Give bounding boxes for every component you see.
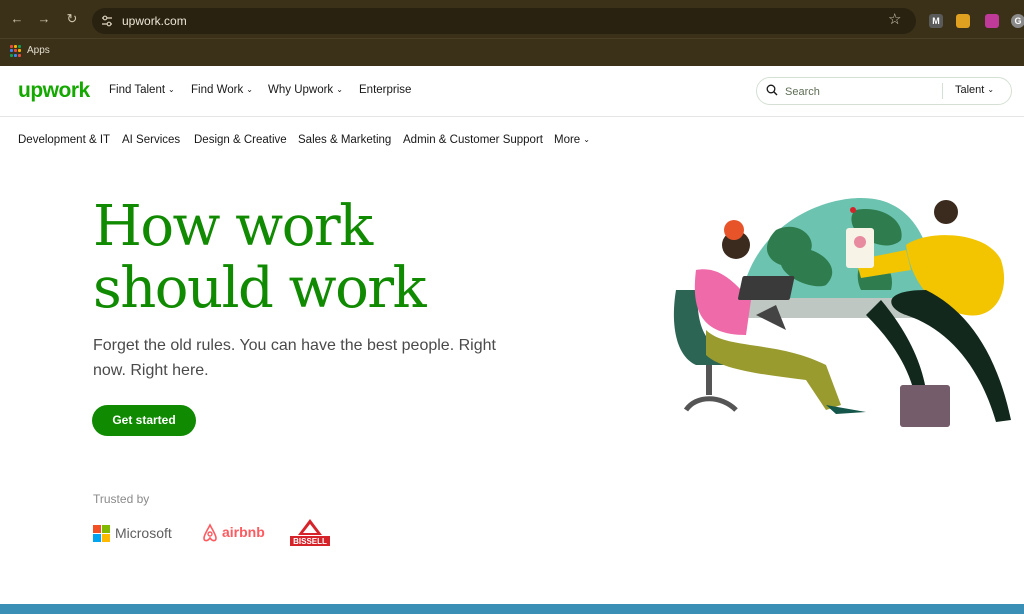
reload-icon[interactable]: ↻ [65,12,79,26]
bookmarks-bar [0,38,1024,66]
site-settings-icon[interactable] [100,14,114,28]
svg-text:BISSELL: BISSELL [293,537,327,546]
upwork-logo[interactable]: upwork [18,79,90,103]
bissell-logo: BISSELL [290,519,330,546]
laptop [737,276,795,300]
chevron-down-icon: ⌄ [987,85,995,94]
hero-illustration [673,198,1011,427]
nav-find-work[interactable]: Find Work ⌄ [191,84,253,96]
trusted-by-label: Trusted by [93,492,150,506]
chevron-down-icon: ⌄ [336,85,343,94]
nav-find-talent[interactable]: Find Talent ⌄ [109,84,175,96]
next-section-band [0,604,1024,614]
search-scope-select[interactable]: Talent ⌄ [955,84,994,96]
hero-subtitle: Forget the old rules. You can have the b… [93,337,496,379]
category-sales-marketing[interactable]: Sales & Marketing [298,134,391,146]
search-divider [942,83,943,99]
chevron-down-icon: ⌄ [246,85,253,94]
address-url[interactable]: upwork.com [122,14,187,28]
back-arrow-icon[interactable]: ← [10,12,24,26]
search-icon [766,84,778,96]
address-bar[interactable] [92,8,916,34]
extension-analytics-icon[interactable] [985,14,999,28]
chevron-down-icon: ⌄ [168,85,175,94]
extension-m-icon[interactable]: M [929,14,943,28]
bookmark-apps[interactable]: Apps [27,45,50,56]
nav-enterprise[interactable]: Enterprise [359,84,411,96]
microsoft-logo-text: Microsoft [115,525,172,541]
extension-honey-icon[interactable] [956,14,970,28]
hero-title: How work should work [93,194,427,321]
airbnb-logo-text: airbnb [222,524,265,540]
microsoft-logo-icon [93,525,110,542]
category-admin-support[interactable]: Admin & Customer Support [403,134,543,146]
category-ai-services[interactable]: AI Services [122,134,180,146]
category-more[interactable]: More ⌄ [554,134,590,146]
get-started-button[interactable]: Get started [92,405,196,436]
forward-arrow-icon[interactable]: → [37,12,51,26]
bookmark-star-icon[interactable]: ☆ [888,12,901,28]
nav-why-upwork[interactable]: Why Upwork ⌄ [268,84,343,96]
category-design-creative[interactable]: Design & Creative [194,134,287,146]
extension-g-icon[interactable]: G [1011,14,1024,28]
chevron-down-icon: ⌄ [583,135,590,144]
airbnb-logo-icon [203,523,217,542]
category-development-it[interactable]: Development & IT [18,134,110,146]
search-input[interactable] [785,84,935,99]
apps-grid-icon[interactable] [10,45,22,57]
